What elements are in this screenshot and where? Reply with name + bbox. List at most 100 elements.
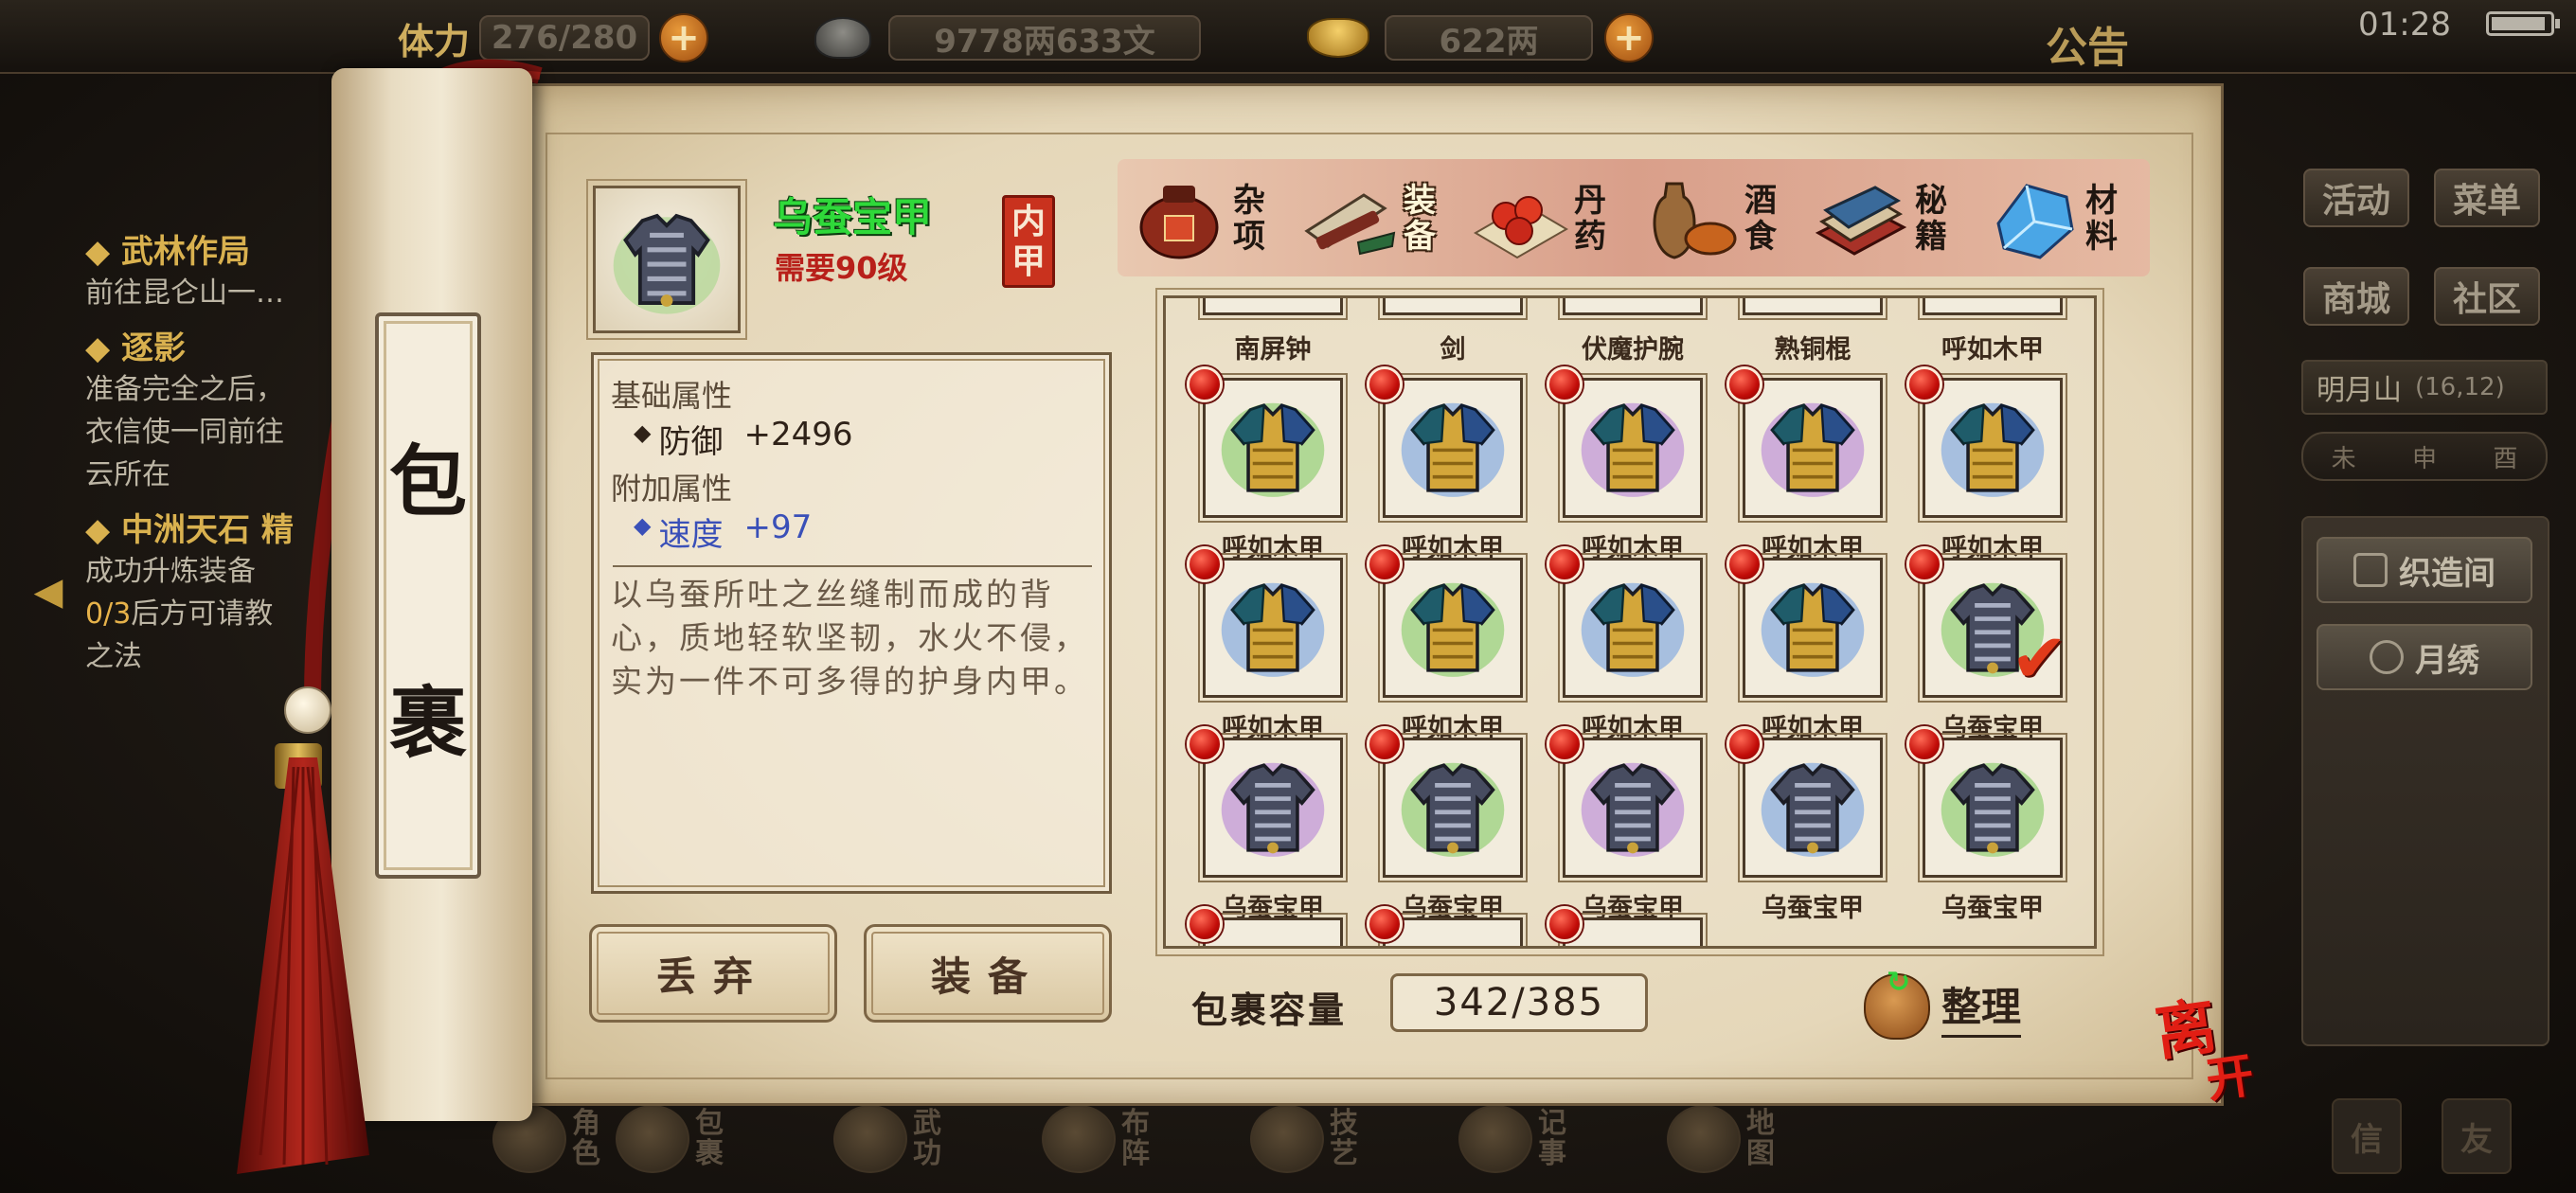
inventory-slot[interactable]: [1378, 373, 1528, 523]
new-item-dot-icon: [1547, 546, 1583, 582]
nav-label: 包裹: [695, 1107, 724, 1170]
wood-armor-icon: [1401, 402, 1505, 497]
inventory-slot[interactable]: [1918, 733, 2067, 882]
gold-value: 622两: [1385, 15, 1593, 61]
attr-divider: [613, 565, 1092, 567]
inventory-slot[interactable]: [1918, 298, 2067, 320]
journal-icon: [1458, 1105, 1532, 1173]
inventory-slot[interactable]: [1198, 733, 1348, 882]
inventory-slot[interactable]: [1738, 553, 1887, 703]
new-item-dot-icon: [1367, 366, 1403, 402]
selected-item-thumbnail: [586, 179, 747, 340]
silkworm-armor-icon: [1221, 762, 1325, 857]
inventory-slot[interactable]: [1918, 373, 2067, 523]
inventory-slot[interactable]: [1558, 373, 1708, 523]
new-item-dot-icon: [1906, 726, 1942, 762]
nav-label: 角色: [572, 1107, 600, 1170]
battery-icon: [2486, 11, 2560, 36]
wood-armor-icon: [1221, 582, 1325, 677]
add-gold-button[interactable]: +: [1604, 13, 1654, 62]
collapse-quest-arrow-icon[interactable]: ◀: [27, 563, 70, 620]
equipment-icon: [1304, 193, 1396, 256]
inventory-slot[interactable]: [1738, 298, 1887, 320]
add-stamina-button[interactable]: +: [659, 13, 709, 62]
pills-icon: [1474, 196, 1568, 259]
tools-icon: [1250, 1105, 1324, 1173]
nav-bag[interactable]: 包裹: [616, 1096, 727, 1182]
friends-button[interactable]: 友: [2442, 1098, 2512, 1174]
inventory-slot[interactable]: [1378, 553, 1528, 703]
yuexiu-button[interactable]: 月绣: [2317, 624, 2532, 690]
armor-icon: [613, 213, 721, 314]
new-item-dot-icon: [1547, 726, 1583, 762]
tab-misc[interactable]: 杂项: [1127, 163, 1307, 275]
inventory-slot[interactable]: [1198, 298, 1348, 320]
jade-bead-icon: [284, 686, 331, 734]
community-button[interactable]: 社区: [2434, 267, 2540, 326]
notice-button[interactable]: 公告: [2046, 13, 2129, 74]
inventory-slot[interactable]: [1558, 553, 1708, 703]
slot-label: 呼如木甲: [1941, 335, 2044, 365]
wine-food-icon: [1653, 182, 1737, 259]
clock: 01:28: [2358, 6, 2451, 44]
extra-attr-row: ◆ 速度 +97: [634, 508, 812, 555]
nav-journal[interactable]: 记事: [1458, 1096, 1570, 1182]
wood-armor-icon: [1761, 402, 1865, 497]
slot-label: 伏魔护腕: [1582, 335, 1684, 365]
leave-button[interactable]: 离 开: [2151, 990, 2257, 1113]
activity-button[interactable]: 活动: [2303, 169, 2409, 227]
new-item-dot-icon: [1187, 366, 1223, 402]
diamond-icon: ◆: [634, 419, 652, 446]
nav-label: 地图: [1746, 1107, 1775, 1170]
nav-martial[interactable]: 武功: [833, 1096, 945, 1182]
scroll-title-char: 裹: [388, 678, 467, 769]
tab-manuals[interactable]: 秘籍: [1809, 163, 1989, 275]
inventory-slot[interactable]: [1378, 733, 1528, 882]
nav-skills[interactable]: 技艺: [1250, 1096, 1362, 1182]
location-shop-panel: 织造间 月绣: [2301, 516, 2549, 1046]
new-item-dot-icon: [1187, 726, 1223, 762]
item-attributes-box: 基础属性 ◆ 防御 +2496 附加属性 ◆ 速度 +97 以乌蚕所吐之丝缝制而…: [591, 352, 1112, 894]
location-display: 明月山 (16,12): [2301, 360, 2548, 415]
equip-button[interactable]: 装备: [864, 924, 1112, 1023]
tab-equipment[interactable]: 装备: [1297, 163, 1477, 275]
item-level-requirement: 需要90级: [775, 250, 908, 286]
inventory-slot[interactable]: [1378, 298, 1528, 320]
mall-button[interactable]: 商城: [2303, 267, 2409, 326]
slot-label: 乌蚕宝甲: [1762, 894, 1864, 923]
tab-wine-food[interactable]: 酒食: [1638, 163, 1818, 275]
menu-button[interactable]: 菜单: [2434, 169, 2540, 227]
nav-label: 记事: [1538, 1107, 1566, 1170]
gold-display: 622两 +: [1307, 11, 1654, 64]
time-of-day-bar: 未 申 酉: [2301, 432, 2548, 481]
diamond-icon: ◆: [634, 512, 652, 539]
nav-formation[interactable]: 布阵: [1042, 1096, 1154, 1182]
weaving-shop-button[interactable]: 织造间: [2317, 537, 2532, 603]
shop-label: 织造间: [2399, 554, 2496, 593]
inventory-slot[interactable]: [1378, 913, 1528, 946]
inventory-slot[interactable]: [1198, 373, 1348, 523]
nav-label: 技艺: [1330, 1107, 1358, 1170]
nav-map[interactable]: 地图: [1667, 1096, 1779, 1182]
tab-pills[interactable]: 丹药: [1468, 163, 1648, 275]
inventory-slot[interactable]: [1198, 553, 1348, 703]
inventory-slot[interactable]: [1198, 913, 1348, 946]
mail-button[interactable]: 信: [2332, 1098, 2402, 1174]
tab-label: 丹药: [1574, 182, 1606, 256]
inventory-slot[interactable]: [1738, 733, 1887, 882]
sort-button[interactable]: 整理: [1864, 966, 2022, 1040]
inventory-slot[interactable]: [1558, 913, 1708, 946]
silkworm-armor-icon: [1761, 762, 1865, 857]
inventory-slot[interactable]: [1738, 373, 1887, 523]
gold-ingot-icon: [1307, 18, 1369, 58]
location-name: 明月山: [2317, 374, 2402, 407]
attr-name: 速度: [658, 516, 724, 554]
slot-label: 南屏钟: [1234, 335, 1312, 365]
bagua-icon: [1042, 1105, 1116, 1173]
inventory-slot[interactable]: [1558, 298, 1708, 320]
inventory-slot[interactable]: [1558, 733, 1708, 882]
tab-materials[interactable]: 材料: [1979, 163, 2159, 275]
discard-button[interactable]: 丢弃: [589, 924, 837, 1023]
new-item-dot-icon: [1547, 366, 1583, 402]
house-icon: [2353, 553, 2388, 587]
